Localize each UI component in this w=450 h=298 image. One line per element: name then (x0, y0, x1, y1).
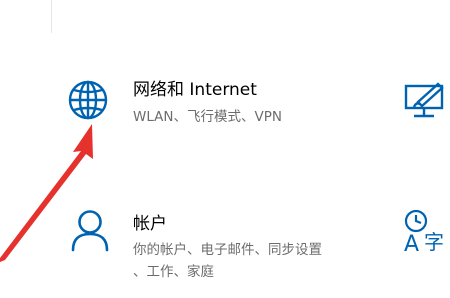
network-internet-tile[interactable]: 网络和 Internet WLAN、飞行模式、VPN (60, 80, 360, 150)
personalization-icon[interactable] (404, 82, 450, 132)
tile-description: 、工作、家庭 (133, 264, 214, 280)
accounts-tile[interactable]: 帐户 你的帐户、电子邮件、同步设置 、工作、家庭 (60, 210, 360, 294)
tile-description: WLAN、飞行模式、VPN (133, 109, 282, 125)
globe-icon (66, 78, 126, 138)
time-language-letter: A (404, 232, 419, 257)
tile-description: 你的帐户、电子邮件、同步设置 (133, 242, 322, 258)
divider (51, 0, 52, 33)
tile-title: 帐户 (133, 214, 167, 234)
tile-title: 网络和 Internet (133, 80, 257, 100)
person-icon (68, 206, 128, 266)
time-language-icon[interactable]: A 字 (402, 207, 450, 257)
time-language-char: 字 (424, 230, 444, 254)
